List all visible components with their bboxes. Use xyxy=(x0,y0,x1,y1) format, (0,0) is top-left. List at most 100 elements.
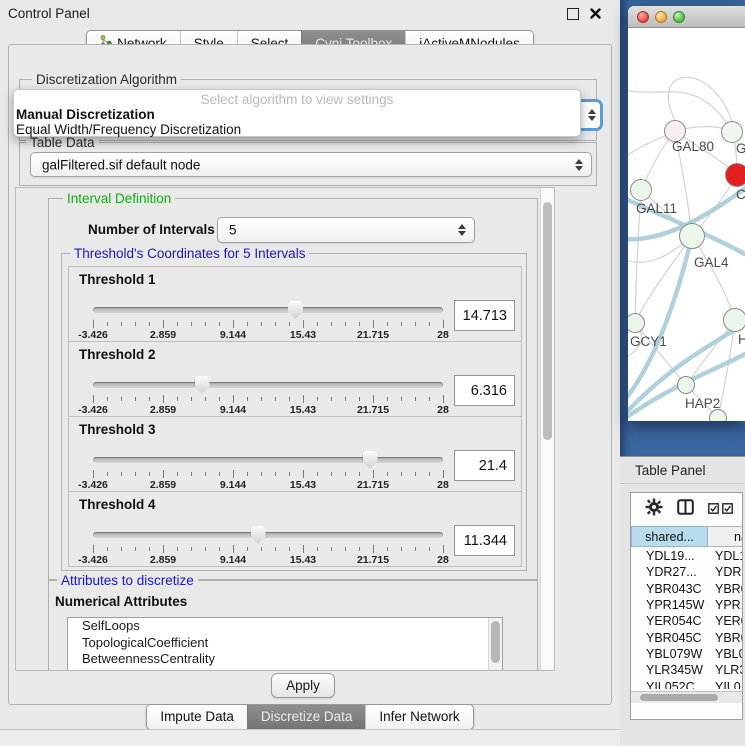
settings-scrollpane: Interval Definition Number of Intervals … xyxy=(15,187,555,671)
network-node-h[interactable] xyxy=(723,308,745,332)
threshold-4-panel: Threshold 4 -3.4262.8599.14415.4321.7152… xyxy=(68,491,522,567)
slider-tick-labels: -3.4262.8599.14415.4321.71528 xyxy=(93,479,443,491)
table-row[interactable]: YPR145WYPR1... xyxy=(631,597,743,613)
threshold-1-slider[interactable]: -3.4262.8599.14415.4321.71528 xyxy=(93,301,443,339)
slider-tick xyxy=(247,397,248,401)
network-node-label: GAL11 xyxy=(636,201,677,216)
network-window[interactable]: GAL80GACGAL11GAL4GCY1HHAP2 xyxy=(628,6,745,421)
slider-track[interactable] xyxy=(93,307,443,313)
threshold-4-value-field[interactable] xyxy=(454,525,515,556)
table-row[interactable]: YBL079WYBL0... xyxy=(631,646,743,662)
attributes-group: Attributes to discretize Numerical Attri… xyxy=(48,580,538,671)
attribute-list-item[interactable]: TopologicalCoefficient xyxy=(68,635,502,652)
threshold-2-panel: Threshold 2 -3.4262.8599.14415.4321.7152… xyxy=(68,341,522,417)
threshold-1-value-field[interactable] xyxy=(454,300,515,331)
scrollbar-thumb[interactable] xyxy=(491,621,500,663)
attribute-list-item[interactable]: SelfLoops xyxy=(68,618,502,635)
table-row[interactable]: YIL052CYIL0... xyxy=(631,678,743,689)
table-cell-shared-name: YPR145W xyxy=(631,598,708,612)
network-canvas[interactable]: GAL80GACGAL11GAL4GCY1HHAP2 xyxy=(628,29,745,421)
spinner-arrows-icon xyxy=(458,224,466,236)
network-node-c[interactable] xyxy=(725,163,745,187)
tick-label: -3.426 xyxy=(78,404,108,416)
slider-tick xyxy=(191,472,192,476)
slider-tick xyxy=(345,397,346,401)
table-data-combobox[interactable]: galFiltered.sif default node xyxy=(30,152,592,177)
network-node-gal4[interactable] xyxy=(679,223,705,249)
tab-impute-data[interactable]: Impute Data xyxy=(147,705,247,729)
slider-tick xyxy=(275,397,276,401)
settings-scrollbar[interactable] xyxy=(540,188,554,670)
threshold-2-slider[interactable]: -3.4262.8599.14415.4321.71528 xyxy=(93,376,443,414)
attribute-list-item[interactable]: BetweennessCentrality xyxy=(68,651,502,668)
checkbox-icons xyxy=(708,501,733,519)
list-scrollbar[interactable] xyxy=(488,618,502,671)
minimize-window-icon[interactable] xyxy=(655,11,667,23)
tab-infer-network[interactable]: Infer Network xyxy=(365,705,472,729)
slider-tick xyxy=(149,397,150,401)
tick-label: 15.43 xyxy=(290,554,316,566)
dropdown-option-manual-discretization[interactable]: Manual Discretization xyxy=(14,107,580,122)
checked-box-icon[interactable] xyxy=(722,501,733,519)
slider-tick xyxy=(443,470,444,478)
slider-thumb[interactable] xyxy=(251,526,266,544)
slider-thumb[interactable] xyxy=(288,301,303,319)
tick-label: 9.144 xyxy=(220,479,246,491)
threshold-2-value-field[interactable] xyxy=(454,375,515,406)
table-cell-shared-name: YER054C xyxy=(631,614,708,628)
tick-label: 9.144 xyxy=(220,404,246,416)
checked-box-icon[interactable] xyxy=(708,501,719,519)
slider-track[interactable] xyxy=(93,457,443,463)
tab-discretize-data[interactable]: Discretize Data xyxy=(247,705,366,729)
slider-tick xyxy=(107,397,108,401)
table-row[interactable]: YLR345WYLR3... xyxy=(631,662,743,678)
slider-ticks xyxy=(93,545,443,554)
slider-track[interactable] xyxy=(93,382,443,388)
table-row[interactable]: YBR043CYBR0... xyxy=(631,581,743,597)
column-header-name[interactable]: na... xyxy=(708,526,743,547)
gear-icon[interactable] xyxy=(645,498,663,521)
table-row[interactable]: YDR27...YDR2... xyxy=(631,564,743,580)
slider-track[interactable] xyxy=(93,532,443,538)
table-row[interactable]: YDL19...YDL1... xyxy=(631,548,743,564)
scrollbar-thumb[interactable] xyxy=(640,694,718,701)
float-window-icon[interactable] xyxy=(567,8,579,20)
network-node-ga[interactable] xyxy=(721,121,743,143)
network-node-unlabeled[interactable] xyxy=(709,409,727,421)
threshold-3-value-field[interactable] xyxy=(454,450,515,481)
network-window-titlebar[interactable] xyxy=(628,6,745,28)
number-of-intervals-spinner[interactable]: 5 xyxy=(217,217,475,243)
table-cell-name: YBL0... xyxy=(708,647,743,661)
table-row[interactable]: YER054CYER0... xyxy=(631,613,743,629)
close-window-icon[interactable] xyxy=(637,11,649,23)
threshold-label: Threshold 1 xyxy=(79,272,156,287)
apply-button[interactable]: Apply xyxy=(271,673,335,698)
tick-label: 15.43 xyxy=(290,479,316,491)
table-hscrollbar[interactable] xyxy=(631,691,742,703)
column-header-shared-name[interactable]: shared... xyxy=(631,526,708,547)
network-node-gal11[interactable] xyxy=(630,179,652,201)
zoom-window-icon[interactable] xyxy=(673,11,685,23)
table-cell-shared-name: YBR043C xyxy=(631,582,708,596)
slider-thumb[interactable] xyxy=(195,376,210,394)
scrollbar-thumb[interactable] xyxy=(543,202,552,440)
threshold-3-panel: Threshold 3 -3.4262.8599.14415.4321.7152… xyxy=(68,416,522,492)
network-node-hap2[interactable] xyxy=(677,376,695,394)
dropdown-option-equal-width-frequency[interactable]: Equal Width/Frequency Discretization xyxy=(14,122,580,137)
right-column: GAL80GACGAL11GAL4GCY1HHAP2 Table Panel xyxy=(620,0,745,745)
interval-definition-group: Interval Definition Number of Intervals … xyxy=(48,198,538,580)
table-row[interactable]: YBR045CYBR0... xyxy=(631,629,743,645)
split-columns-icon[interactable] xyxy=(677,499,694,520)
slider-tick xyxy=(429,397,430,401)
slider-tick xyxy=(219,472,220,476)
threshold-4-slider[interactable]: -3.4262.8599.14415.4321.71528 xyxy=(93,526,443,564)
slider-tick xyxy=(415,472,416,476)
slider-tick xyxy=(429,322,430,326)
slider-thumb[interactable] xyxy=(363,451,378,469)
threshold-3-slider[interactable]: -3.4262.8599.14415.4321.71528 xyxy=(93,451,443,489)
network-node-label: C xyxy=(736,187,745,202)
numerical-attributes-list[interactable]: SelfLoopsTopologicalCoefficientBetweenne… xyxy=(67,617,503,671)
slider-tick xyxy=(219,547,220,551)
slider-tick xyxy=(373,470,374,478)
close-icon[interactable] xyxy=(589,7,602,20)
